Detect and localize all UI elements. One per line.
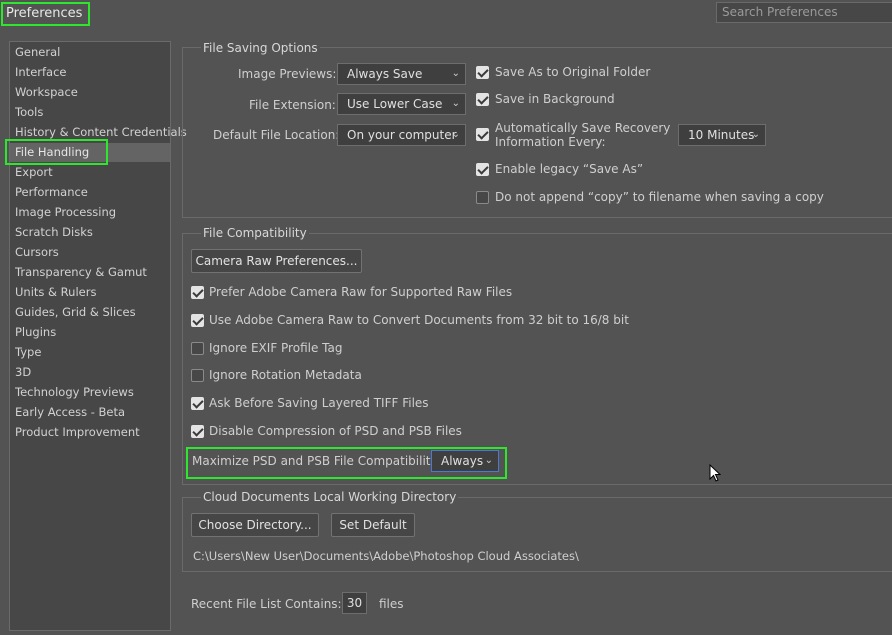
auto-recovery-interval-value: 10 Minutes — [688, 128, 755, 142]
default-location-value: On your computer — [347, 128, 457, 142]
preferences-sidebar: General Interface Workspace Tools Histor… — [9, 41, 187, 631]
sidebar-item-3d[interactable]: 3D — [10, 363, 170, 382]
recent-files-count-input[interactable]: 30 — [342, 592, 367, 614]
chevron-down-icon: ⌄ — [451, 68, 460, 79]
sidebar-item-early-access[interactable]: Early Access - Beta — [10, 403, 170, 422]
maximize-compat-value: Always — [441, 454, 484, 468]
sidebar-item-product-improvement[interactable]: Product Improvement — [10, 423, 170, 442]
disable-compression-label: Disable Compression of PSD and PSB Files — [209, 424, 462, 438]
choose-directory-button[interactable]: Choose Directory... — [191, 513, 319, 537]
auto-recovery-label-line1: Automatically Save Recovery — [495, 121, 671, 135]
file-extension-value: Use Lower Case — [347, 97, 443, 111]
file-compat-title: File Compatibility — [201, 226, 309, 240]
default-location-select[interactable]: On your computer ⌄ — [337, 124, 466, 146]
prefer-camera-raw-checkbox[interactable] — [191, 286, 204, 299]
sidebar-item-units-rulers[interactable]: Units & Rulers — [10, 283, 170, 302]
chevron-down-icon: ⌄ — [451, 129, 460, 140]
chevron-down-icon: ⌄ — [451, 98, 460, 109]
ask-tiff-label: Ask Before Saving Layered TIFF Files — [209, 396, 429, 410]
sidebar-item-plugins[interactable]: Plugins — [10, 323, 170, 342]
recent-files-suffix: files — [379, 597, 404, 611]
sidebar-item-technology-previews[interactable]: Technology Previews — [10, 383, 170, 402]
sidebar-item-history[interactable]: History & Content Credentials — [10, 123, 187, 142]
sidebar-item-scratch-disks[interactable]: Scratch Disks — [10, 223, 170, 242]
set-default-button[interactable]: Set Default — [331, 513, 415, 537]
image-previews-label: Image Previews: — [238, 67, 337, 81]
auto-recovery-label-line2: Information Every: — [495, 135, 606, 149]
chevron-down-icon: ⌄ — [751, 129, 760, 140]
search-preferences-input[interactable]: Search Preferences — [716, 2, 892, 23]
legacy-save-as-label: Enable legacy “Save As” — [495, 162, 644, 176]
sidebar-item-type[interactable]: Type — [10, 343, 170, 362]
default-location-label: Default File Location: — [213, 128, 340, 142]
save-as-original-label: Save As to Original Folder — [495, 65, 651, 79]
cloud-title: Cloud Documents Local Working Directory — [201, 490, 459, 504]
recent-files-label: Recent File List Contains: — [191, 597, 342, 611]
sidebar-item-export[interactable]: Export — [10, 163, 170, 182]
no-copy-checkbox[interactable] — [476, 191, 489, 204]
camera-raw-convert-checkbox[interactable] — [191, 314, 204, 327]
ask-tiff-checkbox[interactable] — [191, 397, 204, 410]
sidebar-item-interface[interactable]: Interface — [10, 63, 170, 82]
ignore-rotation-label: Ignore Rotation Metadata — [209, 368, 362, 382]
maximize-compat-select[interactable]: Always ⌄ — [431, 450, 499, 472]
save-as-original-checkbox[interactable] — [476, 66, 489, 79]
legacy-save-as-checkbox[interactable] — [476, 163, 489, 176]
prefer-camera-raw-label: Prefer Adobe Camera Raw for Supported Ra… — [209, 285, 513, 299]
camera-raw-preferences-button[interactable]: Camera Raw Preferences... — [191, 249, 362, 273]
cloud-directory-path: C:\Users\New User\Documents\Adobe\Photos… — [193, 549, 579, 563]
sidebar-item-transparency[interactable]: Transparency & Gamut — [10, 263, 170, 282]
ignore-exif-checkbox[interactable] — [191, 342, 204, 355]
ignore-exif-label: Ignore EXIF Profile Tag — [209, 341, 343, 355]
file-saving-title: File Saving Options — [201, 41, 320, 55]
maximize-compat-label: Maximize PSD and PSB File Compatibility: — [192, 454, 441, 468]
disable-compression-checkbox[interactable] — [191, 425, 204, 438]
save-in-background-label: Save in Background — [495, 92, 615, 106]
sidebar-item-guides[interactable]: Guides, Grid & Slices — [10, 303, 170, 322]
auto-recovery-interval-select[interactable]: 10 Minutes ⌄ — [678, 124, 766, 146]
sidebar-item-tools[interactable]: Tools — [10, 103, 170, 122]
sidebar-item-general[interactable]: General — [10, 43, 170, 62]
file-extension-label: File Extension: — [249, 98, 336, 112]
dialog-title: Preferences — [6, 6, 83, 21]
sidebar-item-cursors[interactable]: Cursors — [10, 243, 170, 262]
image-previews-value: Always Save — [347, 67, 423, 81]
save-in-background-checkbox[interactable] — [476, 93, 489, 106]
sidebar-item-file-handling[interactable]: File Handling — [10, 143, 170, 162]
ignore-rotation-checkbox[interactable] — [191, 369, 204, 382]
chevron-down-icon: ⌄ — [484, 455, 493, 466]
no-copy-label: Do not append “copy” to filename when sa… — [495, 190, 824, 204]
sidebar-item-workspace[interactable]: Workspace — [10, 83, 170, 102]
auto-recovery-checkbox[interactable] — [476, 128, 489, 141]
sidebar-item-image-processing[interactable]: Image Processing — [10, 203, 170, 222]
camera-raw-convert-label: Use Adobe Camera Raw to Convert Document… — [209, 313, 629, 327]
sidebar-item-performance[interactable]: Performance — [10, 183, 170, 202]
mouse-cursor-icon — [709, 464, 721, 482]
file-extension-select[interactable]: Use Lower Case ⌄ — [337, 93, 466, 115]
image-previews-select[interactable]: Always Save ⌄ — [337, 63, 466, 85]
